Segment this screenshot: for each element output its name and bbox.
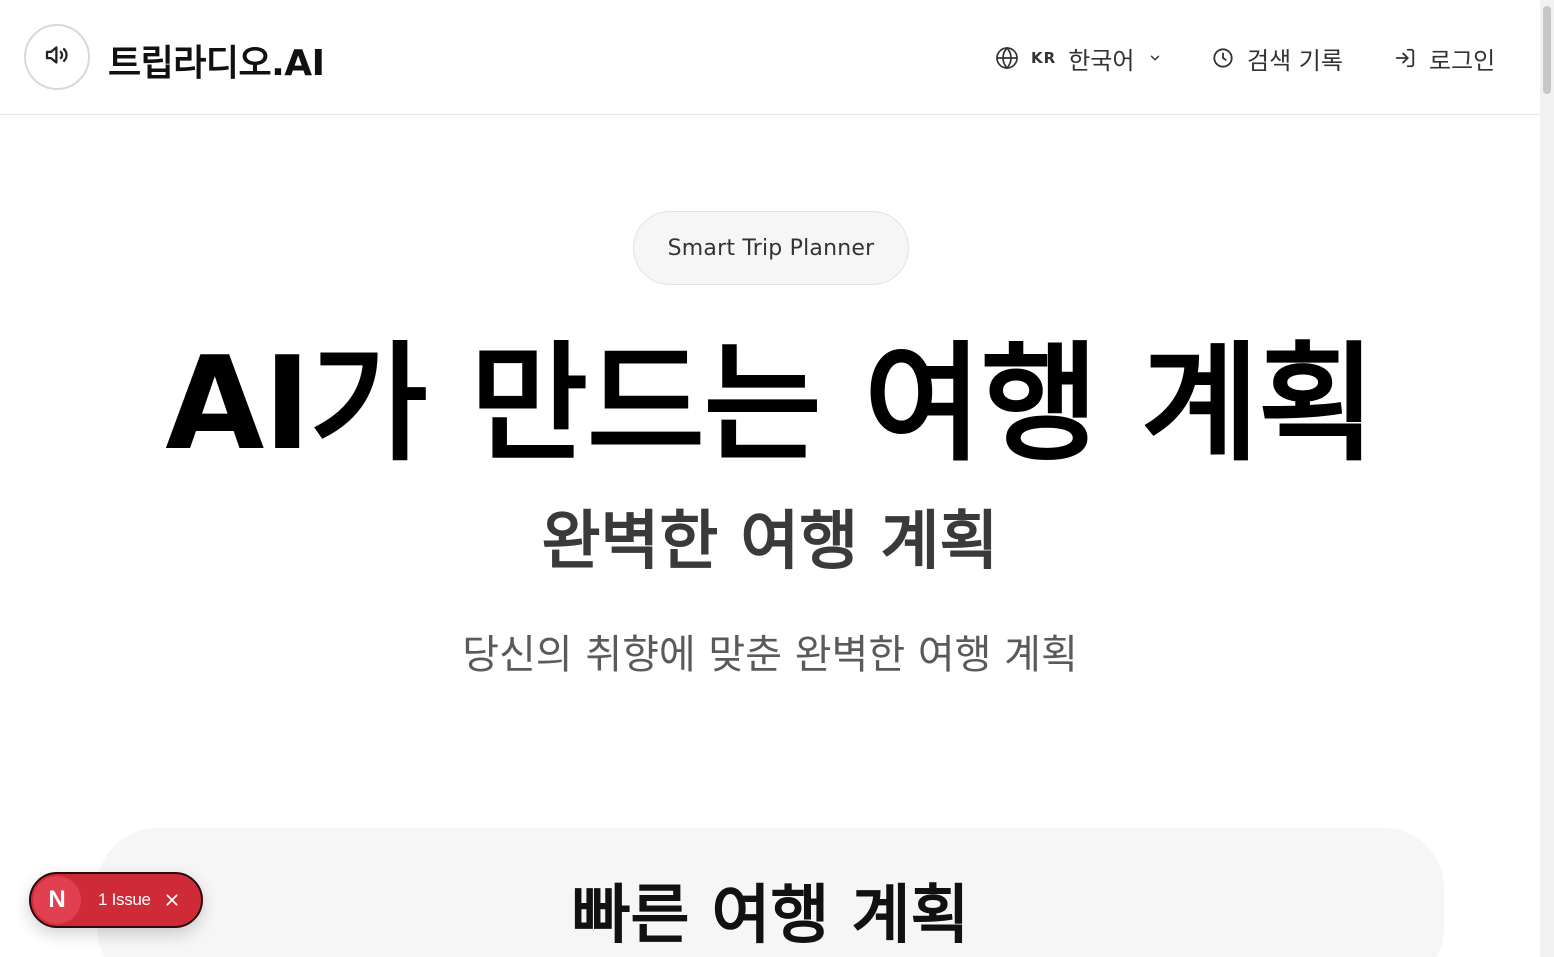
nextjs-logo-icon[interactable]: N bbox=[33, 876, 81, 924]
issue-count-label[interactable]: 1 Issue bbox=[98, 890, 151, 910]
login-link[interactable]: 로그인 bbox=[1393, 38, 1495, 78]
login-label: 로그인 bbox=[1429, 46, 1496, 75]
vertical-scrollbar[interactable] bbox=[1540, 0, 1554, 957]
speaker-volume-icon bbox=[42, 40, 72, 74]
language-code: KR bbox=[1031, 49, 1057, 67]
quick-plan-card: 빠른 여행 계획 bbox=[97, 828, 1444, 957]
chevron-down-icon bbox=[1148, 51, 1162, 65]
language-label: 한국어 bbox=[1068, 46, 1135, 75]
language-selector[interactable]: KR 한국어 bbox=[995, 38, 1162, 78]
clock-icon bbox=[1211, 46, 1235, 70]
sound-toggle-button[interactable] bbox=[24, 24, 90, 90]
search-history-label: 검색 기록 bbox=[1247, 46, 1343, 75]
hero-description: 당신의 취향에 맞춘 완벽한 여행 계획 bbox=[462, 632, 1078, 678]
hero-title: AI가 만드는 여행 계획 bbox=[165, 330, 1375, 479]
search-history-link[interactable]: 검색 기록 bbox=[1211, 38, 1343, 78]
globe-icon bbox=[995, 46, 1019, 70]
dev-issues-badge[interactable]: N 1 Issue bbox=[29, 872, 203, 928]
quick-plan-title: 빠른 여행 계획 bbox=[571, 879, 970, 953]
scrollbar-thumb[interactable] bbox=[1543, 6, 1551, 94]
hero-subtitle: 완벽한 여행 계획 bbox=[541, 505, 999, 579]
brand-logo-text[interactable]: 트립라디오.AI bbox=[108, 34, 325, 86]
smart-trip-planner-badge: Smart Trip Planner bbox=[633, 211, 909, 285]
close-icon[interactable] bbox=[163, 891, 181, 909]
top-header: 트립라디오.AI KR 한국어 검색 기록 로그인 bbox=[0, 0, 1540, 115]
login-arrow-icon bbox=[1393, 46, 1417, 70]
